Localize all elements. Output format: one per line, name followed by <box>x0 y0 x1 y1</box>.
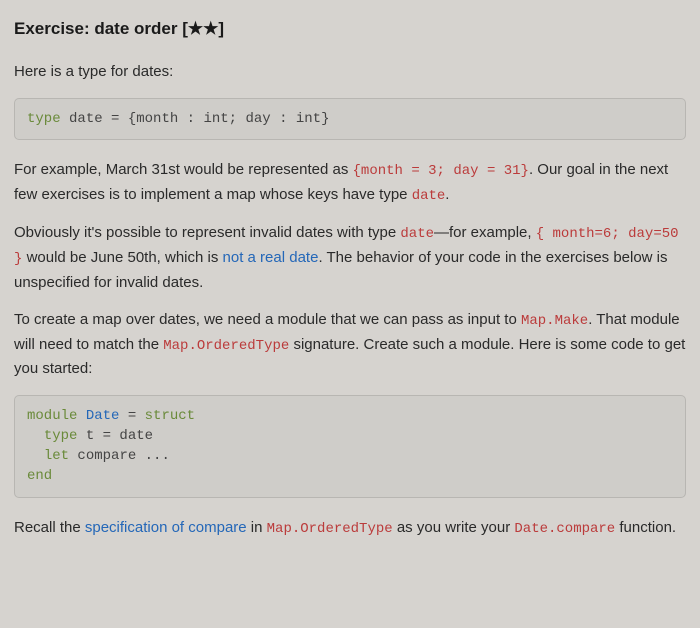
keyword-type: type <box>27 111 61 127</box>
link-not-real-date[interactable]: not a real date <box>223 249 319 266</box>
intro-text: Here is a type for dates: <box>14 60 686 83</box>
paragraph-recall: Recall the specification of compare in M… <box>14 516 686 541</box>
module-name: Date <box>86 408 120 424</box>
inline-code-date: date <box>412 188 446 204</box>
type-body: {month : int; day : int} <box>128 111 330 127</box>
exercise-title: Exercise: date order [★★] <box>14 16 686 42</box>
code-block-type-date: type date = {month : int; day : int} <box>14 98 686 140</box>
inline-code-orderedtype: Map.OrderedType <box>163 338 289 354</box>
type-name: date <box>69 111 103 127</box>
inline-code-date-compare: Date.compare <box>514 521 615 537</box>
inline-code-date2: date <box>400 226 434 242</box>
inline-code-orderedtype2: Map.OrderedType <box>267 521 393 537</box>
paragraph-create-map: To create a map over dates, we need a mo… <box>14 308 686 381</box>
paragraph-invalid: Obviously it's possible to represent inv… <box>14 221 686 294</box>
inline-code-record: {month = 3; day = 31} <box>353 163 529 179</box>
paragraph-example: For example, March 31st would be represe… <box>14 158 686 207</box>
code-block-module-date: module Date = struct type t = date let c… <box>14 395 686 498</box>
inline-code-map-make: Map.Make <box>521 313 588 329</box>
link-spec-compare[interactable]: specification of compare <box>85 519 247 536</box>
